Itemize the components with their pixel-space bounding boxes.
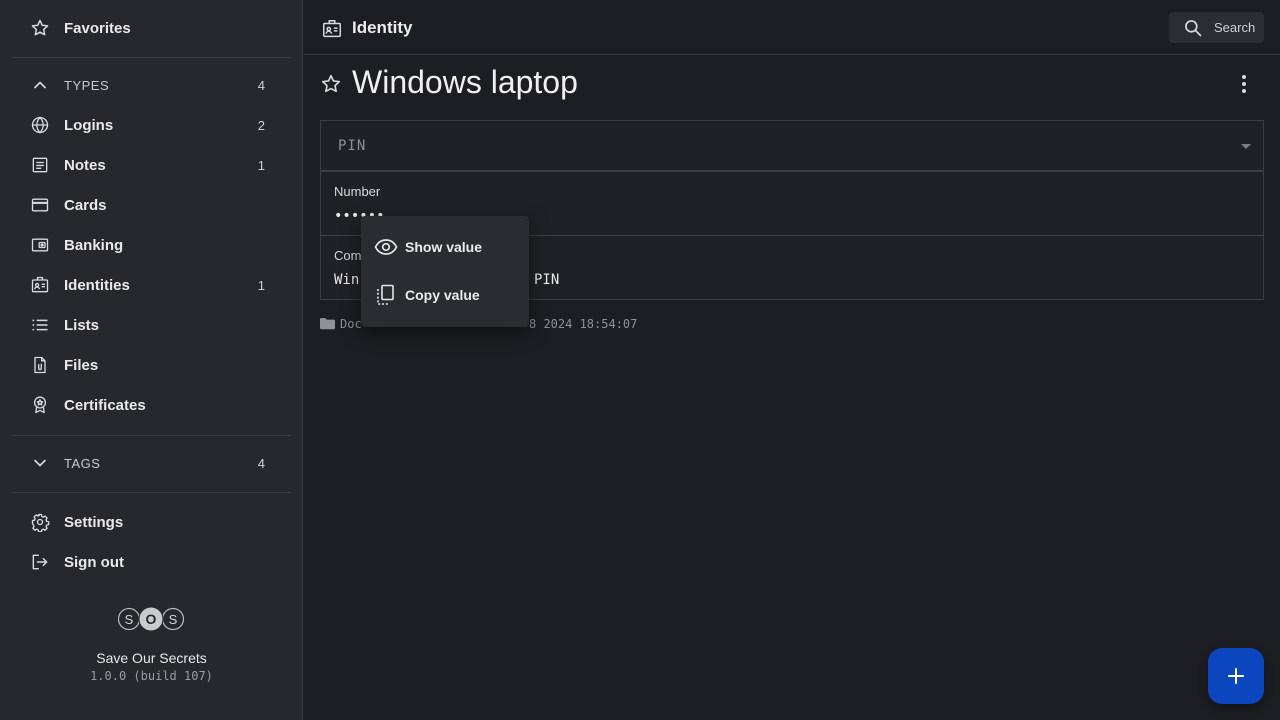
page-title: Identity	[352, 18, 413, 37]
sidebar-item-label: Certificates	[64, 396, 146, 414]
note-icon	[30, 155, 50, 175]
field-value: Win	[334, 272, 360, 288]
eye-icon	[374, 236, 398, 258]
sidebar-tags-header[interactable]: TAGS 4	[12, 443, 291, 483]
wallet-icon	[30, 235, 50, 255]
sidebar-item-favorites[interactable]: Favorites	[12, 8, 291, 48]
app-name: Save Our Secrets	[96, 650, 207, 666]
item-count: 2	[257, 117, 265, 133]
app-version: 1.0.0 (build 107)	[90, 669, 213, 683]
entry-title: Windows laptop	[352, 64, 578, 100]
plus-icon	[1228, 668, 1244, 684]
add-entry-button[interactable]	[1208, 648, 1264, 704]
favorite-star-icon[interactable]	[320, 73, 342, 95]
sidebar-item-label: Identities	[64, 276, 130, 294]
sidebar: Favorites TYPES 4 Logins 2 Notes 1 Cards	[0, 0, 303, 720]
credit-card-icon	[30, 195, 50, 215]
folder-icon	[320, 317, 335, 330]
app-logo: S O S	[118, 606, 184, 632]
sidebar-item-lists[interactable]: Lists	[12, 305, 291, 345]
sidebar-item-identities[interactable]: Identities 1	[12, 265, 291, 305]
id-badge-icon	[321, 18, 343, 40]
chevron-down-icon	[30, 453, 50, 473]
sidebar-item-files[interactable]: Files	[12, 345, 291, 385]
divider	[12, 57, 291, 58]
logo-letter: S	[169, 612, 178, 627]
star-icon	[30, 18, 50, 38]
id-type-value: PIN	[338, 138, 367, 154]
field-value: PIN	[534, 272, 560, 288]
sidebar-item-settings[interactable]: Settings	[12, 502, 291, 542]
sidebar-item-certificates[interactable]: Certificates	[12, 385, 291, 425]
list-icon	[30, 315, 50, 335]
logo-letter: S	[125, 612, 134, 627]
sidebar-item-label: Settings	[64, 513, 124, 531]
divider	[12, 435, 291, 436]
divider	[12, 492, 291, 493]
sidebar-item-label: Favorites	[64, 19, 131, 37]
logo-letter: O	[146, 611, 157, 627]
item-count: 1	[257, 277, 265, 293]
folder-name[interactable]: Doc	[340, 317, 362, 331]
caret-down-icon	[1241, 144, 1251, 149]
menu-item-label: Show value	[405, 239, 483, 255]
menu-item-label: Copy value	[405, 287, 480, 303]
sidebar-item-banking[interactable]: Banking	[12, 225, 291, 265]
tags-count: 4	[257, 455, 265, 471]
sidebar-item-notes[interactable]: Notes 1	[12, 145, 291, 185]
types-label: TYPES	[64, 77, 110, 93]
sidebar-item-logins[interactable]: Logins 2	[12, 105, 291, 145]
gear-icon	[30, 512, 50, 532]
file-icon	[30, 355, 50, 375]
id-type-select[interactable]: PIN	[320, 120, 1264, 171]
sidebar-item-label: Notes	[64, 156, 106, 174]
field-label: Number	[334, 184, 381, 199]
search-icon	[1183, 18, 1203, 38]
sidebar-item-cards[interactable]: Cards	[12, 185, 291, 225]
item-count: 1	[257, 157, 265, 173]
tags-label: TAGS	[64, 455, 101, 471]
sidebar-item-label: Banking	[64, 236, 124, 254]
entry-date: 8 2024 18:54:07	[529, 317, 638, 331]
id-badge-icon	[30, 275, 50, 295]
award-icon	[30, 395, 50, 415]
sidebar-item-label: Logins	[64, 116, 114, 134]
sidebar-item-label: Files	[64, 356, 99, 374]
search-label: Search	[1214, 20, 1256, 35]
search-button[interactable]: Search	[1169, 12, 1264, 43]
sign-out-icon	[30, 552, 50, 572]
copy-icon	[374, 284, 398, 306]
header-bar: Identity Search	[304, 0, 1280, 55]
sidebar-item-sign-out[interactable]: Sign out	[12, 542, 291, 582]
sidebar-item-label: Sign out	[64, 553, 124, 571]
sidebar-item-label: Cards	[64, 196, 107, 214]
chevron-up-icon	[30, 75, 50, 95]
menu-item-copy-value[interactable]: Copy value	[361, 273, 529, 317]
context-menu: Show value Copy value	[361, 216, 529, 327]
menu-item-show-value[interactable]: Show value	[361, 225, 529, 269]
globe-icon	[30, 115, 50, 135]
types-count: 4	[257, 77, 265, 93]
more-options-icon[interactable]	[1232, 72, 1256, 96]
sidebar-item-label: Lists	[64, 316, 100, 334]
sidebar-types-header[interactable]: TYPES 4	[12, 65, 291, 105]
